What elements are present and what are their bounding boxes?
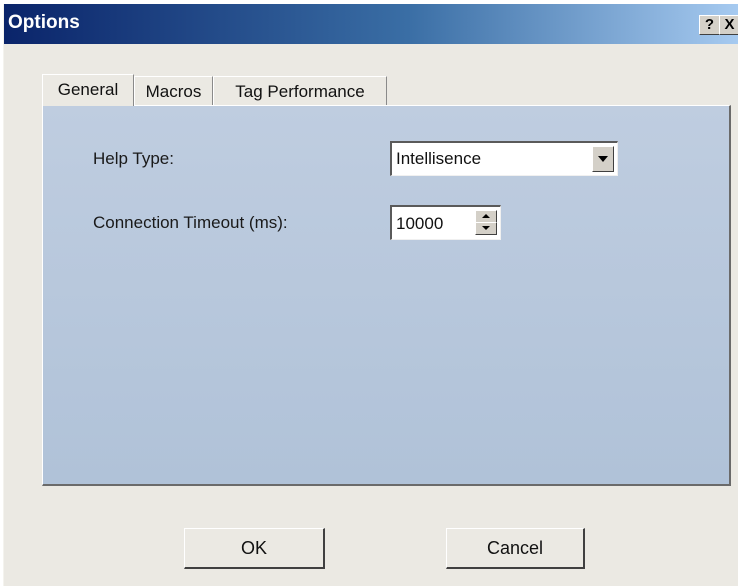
close-icon[interactable]: X xyxy=(719,15,738,35)
help-type-dropdown[interactable]: Intellisence xyxy=(390,141,618,176)
chevron-down-icon[interactable] xyxy=(592,146,614,172)
connection-timeout-label: Connection Timeout (ms): xyxy=(93,213,288,232)
tab-tag-performance[interactable]: Tag Performance xyxy=(213,76,387,106)
options-dialog: Options ? X General Macros Tag Performan… xyxy=(3,4,738,586)
ok-button[interactable]: OK xyxy=(184,528,325,569)
tab-macros[interactable]: Macros xyxy=(134,76,213,106)
title-bar[interactable]: Options ? X xyxy=(4,4,738,44)
general-tab-panel: Help Type: Intellisence Connection Timeo… xyxy=(42,105,731,486)
help-icon[interactable]: ? xyxy=(699,15,720,35)
help-type-value: Intellisence xyxy=(396,149,482,168)
spin-down-icon[interactable] xyxy=(475,222,497,235)
cancel-button[interactable]: Cancel xyxy=(446,528,585,569)
connection-timeout-value[interactable]: 10000 xyxy=(396,214,443,234)
tab-general[interactable]: General xyxy=(42,74,134,106)
window-title: Options xyxy=(8,12,80,33)
help-type-label: Help Type: xyxy=(93,149,174,168)
connection-timeout-stepper[interactable]: 10000 xyxy=(390,205,501,240)
spinner-buttons xyxy=(475,210,497,235)
